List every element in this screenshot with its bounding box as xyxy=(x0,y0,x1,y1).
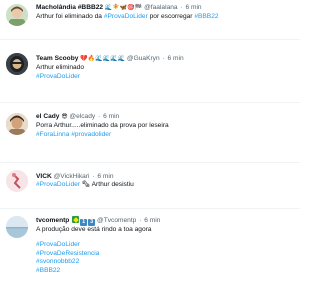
keycap-three-icon: 3 xyxy=(88,219,96,226)
avatar-image xyxy=(6,170,28,192)
separator: · xyxy=(180,4,183,11)
avatar[interactable] xyxy=(6,53,28,75)
name-emojis: 😎 xyxy=(61,114,68,120)
tweet-header: tvcomentp 13 @Tvcomentp · 6 min xyxy=(36,216,294,226)
text-segment: Arthur desistiu xyxy=(91,181,134,188)
tweet-header: el Cady 😎 @elcady · 6 min xyxy=(36,112,294,122)
hashtag-link[interactable]: #ProvaDoLider xyxy=(36,73,294,82)
text-line: Porra Arthur.....eliminado da prova por … xyxy=(36,122,169,129)
brazil-flag-icon xyxy=(72,216,80,223)
timestamp[interactable]: 6 min xyxy=(168,55,184,62)
hashtag-link[interactable]: #ProvaDeResistencia xyxy=(36,250,294,259)
avatar-image xyxy=(6,4,28,26)
newspaper-icon: 🗞 xyxy=(79,181,92,188)
name-emojis: 💔🔥🌊🌊🌊🌊 xyxy=(80,56,126,62)
tweet-header: Team Scooby 💔🔥🌊🌊🌊🌊 @GuaKryn · 6 min xyxy=(36,54,294,64)
author-handle[interactable]: @Tvcomentp xyxy=(97,217,136,224)
author-name[interactable]: Macholândia #BBB22 xyxy=(36,4,103,11)
avatar[interactable] xyxy=(6,4,28,26)
tweet-text: Arthur eliminado #ProvaDoLider xyxy=(36,64,294,82)
text-line: A produção deve está rindo a toa agora xyxy=(36,226,152,233)
author-name[interactable]: tvcomentp xyxy=(36,217,69,224)
hashtag-link[interactable]: #BBB22 xyxy=(194,13,218,20)
tweet-text: #ProvaDoLider 🗞 Arthur desistiu xyxy=(36,181,294,190)
hashtag-link[interactable]: #svonnobbb22 xyxy=(36,258,294,267)
text-segment: por escorregar xyxy=(147,13,195,20)
author-name[interactable]: VICK xyxy=(36,173,52,180)
tweet-item[interactable]: Macholândia #BBB22 🌊🧚🦋🎯🏁 @faalalana · 6 … xyxy=(0,0,300,40)
avatar[interactable] xyxy=(6,113,28,135)
avatar-image xyxy=(6,216,28,238)
hashtag-link[interactable]: #ProvaDoLider xyxy=(104,13,148,20)
hashtag-link[interactable]: #ProvaDoLider xyxy=(36,241,294,250)
author-handle[interactable]: @faalalana xyxy=(144,4,177,11)
separator: · xyxy=(98,113,101,120)
hashtag-link[interactable]: #ProvaDoLider xyxy=(36,181,80,188)
timestamp[interactable]: 6 min xyxy=(97,173,113,180)
author-name[interactable]: Team Scooby xyxy=(36,55,78,62)
tweet-item[interactable]: Team Scooby 💔🔥🌊🌊🌊🌊 @GuaKryn · 6 min Arth… xyxy=(0,40,300,103)
author-handle[interactable]: @GuaKryn xyxy=(127,55,160,62)
timestamp[interactable]: 6 min xyxy=(185,4,201,11)
timestamp[interactable]: 6 min xyxy=(144,217,160,224)
author-handle[interactable]: @elcady xyxy=(69,113,95,120)
text-line: Arthur eliminado xyxy=(36,64,85,71)
tweet-feed: Macholândia #BBB22 🌊🧚🦋🎯🏁 @faalalana · 6 … xyxy=(0,0,300,296)
tweet-text: Porra Arthur.....eliminado da prova por … xyxy=(36,122,294,140)
tweet-item[interactable]: tvcomentp 13 @Tvcomentp · 6 min A produç… xyxy=(0,209,300,296)
separator: · xyxy=(139,217,142,224)
keycap-one-icon: 1 xyxy=(80,219,88,226)
timestamp[interactable]: 6 min xyxy=(103,113,119,120)
hashtag-link[interactable]: #BBB22 xyxy=(36,267,294,276)
name-emojis: 🌊🧚🦋🎯🏁 xyxy=(104,5,143,11)
separator: · xyxy=(162,55,165,62)
author-handle[interactable]: @VickHikari xyxy=(54,173,90,180)
tweet-text: Arthur foi eliminado da #ProvaDoLider po… xyxy=(36,13,294,22)
separator: · xyxy=(92,173,95,180)
author-name[interactable]: el Cady xyxy=(36,113,59,120)
tweet-item[interactable]: VICK @VickHikari · 6 min #ProvaDoLider 🗞… xyxy=(0,163,300,209)
avatar[interactable] xyxy=(6,216,28,238)
tweet-item[interactable]: el Cady 😎 @elcady · 6 min Porra Arthur..… xyxy=(0,103,300,163)
avatar-image xyxy=(6,53,28,75)
hashtag-link[interactable]: #ForaLinna #provadolider xyxy=(36,131,294,140)
avatar-image xyxy=(6,113,28,135)
text-segment: Arthur foi eliminado da xyxy=(36,13,104,20)
tweet-header: Macholândia #BBB22 🌊🧚🦋🎯🏁 @faalalana · 6 … xyxy=(36,3,294,13)
avatar[interactable] xyxy=(6,170,28,192)
tweet-text: A produção deve está rindo a toa agora #… xyxy=(36,226,294,276)
tweet-header: VICK @VickHikari · 6 min xyxy=(36,172,294,181)
